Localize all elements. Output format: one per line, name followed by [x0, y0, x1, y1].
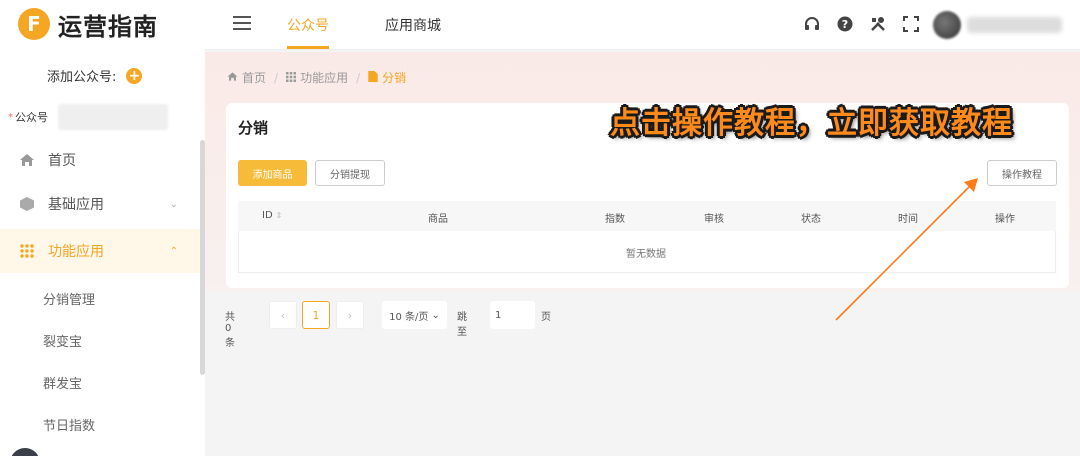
breadcrumb-current: 分销	[382, 71, 407, 85]
page-title: 分销	[238, 119, 269, 137]
column-header-id[interactable]: ID ⇕	[262, 210, 282, 221]
column-header-review: 审核	[704, 214, 724, 225]
home-icon	[18, 151, 36, 169]
next-page-button[interactable]: ›	[336, 301, 364, 329]
add-account-row: 添加公众号: +	[47, 66, 143, 85]
tab-app-store[interactable]: 应用商城	[385, 15, 441, 35]
page-size-select[interactable]: 10 条/页 ⌄	[382, 301, 447, 329]
pagination-total: 共 0 条	[225, 312, 235, 349]
logo-badge: F	[18, 8, 50, 40]
page-number-current[interactable]: 1	[302, 301, 330, 329]
cube-icon	[18, 195, 36, 213]
sidebar-item-home[interactable]: 首页	[0, 138, 200, 182]
user-avatar[interactable]	[933, 11, 961, 39]
breadcrumb-separator: /	[356, 70, 361, 85]
file-icon	[368, 70, 378, 85]
chevron-up-icon: ⌃	[169, 245, 178, 257]
prev-page-button[interactable]: ‹	[269, 301, 297, 329]
logo[interactable]: F 运营指南	[18, 6, 158, 42]
avatar[interactable]	[10, 448, 40, 456]
fullscreen-icon[interactable]	[902, 15, 920, 33]
header-icons: ?	[803, 15, 935, 33]
sidebar-subitem-fission[interactable]: 裂变宝	[43, 331, 82, 350]
sidebar-item-label: 基础应用	[48, 197, 104, 213]
sidebar-item-basic-apps[interactable]: 基础应用 ⌄	[0, 182, 200, 226]
sidebar-item-label: 功能应用	[48, 244, 104, 260]
jump-page-input[interactable]: 1	[490, 301, 535, 329]
account-label: 公众号	[15, 111, 48, 124]
column-header-action: 操作	[995, 214, 1015, 225]
tools-icon[interactable]	[869, 15, 887, 33]
required-marker: *	[8, 111, 13, 123]
page-label: 页	[541, 312, 551, 323]
headset-icon[interactable]	[803, 15, 821, 33]
user-name[interactable]	[967, 17, 1062, 33]
breadcrumb-home[interactable]: 首页	[242, 69, 266, 86]
tab-official-account[interactable]: 公众号	[287, 15, 329, 35]
brand-name: 运营指南	[58, 12, 158, 41]
tutorial-button[interactable]: 操作教程	[987, 160, 1057, 186]
chevron-down-icon: ⌄	[431, 309, 440, 321]
add-product-button[interactable]: 添加商品	[238, 160, 307, 186]
svg-text:?: ?	[842, 18, 848, 31]
jump-label: 跳至	[457, 312, 467, 338]
sidebar-item-label: 首页	[48, 153, 76, 169]
menu-toggle-icon[interactable]	[233, 16, 251, 32]
pointer-arrow-icon	[835, 178, 978, 321]
sidebar: F 运营指南 添加公众号: + * 公众号 首页 基础应用 ⌄ 功能应用 ⌃ 分…	[0, 0, 205, 456]
withdraw-button[interactable]: 分销提现	[315, 160, 385, 186]
empty-state-text: 暂无数据	[626, 249, 666, 260]
account-select[interactable]	[58, 104, 168, 130]
breadcrumb: 首页 / 功能应用 / 分销	[227, 69, 406, 86]
home-icon	[227, 71, 238, 85]
column-header-product: 商品	[428, 214, 448, 225]
grid-icon	[18, 242, 36, 260]
grid-icon	[286, 71, 297, 85]
sidebar-scrollbar[interactable]	[200, 140, 205, 375]
chevron-down-icon: ⌄	[169, 198, 178, 210]
sidebar-subitem-holiday-index[interactable]: 节日指数	[43, 415, 95, 434]
column-header-index: 指数	[605, 214, 625, 225]
top-header: 公众号 应用商城 ?	[205, 0, 1080, 50]
add-account-button[interactable]: +	[126, 67, 143, 84]
sidebar-subitem-mass-send[interactable]: 群发宝	[43, 373, 82, 392]
sort-icon[interactable]: ⇕	[276, 211, 283, 220]
breadcrumb-separator: /	[274, 70, 279, 85]
sidebar-item-feature-apps[interactable]: 功能应用 ⌃	[0, 229, 200, 273]
column-header-status: 状态	[801, 214, 821, 225]
help-icon[interactable]: ?	[836, 15, 854, 33]
tutorial-promo-banner: 点击操作教程，立即获取教程	[610, 106, 1013, 141]
add-account-label: 添加公众号:	[47, 70, 117, 85]
sidebar-subitem-distribution[interactable]: 分销管理	[43, 289, 95, 308]
breadcrumb-feature-apps[interactable]: 功能应用	[300, 69, 348, 86]
active-tab-indicator	[287, 46, 329, 49]
account-selector-row: * 公众号	[8, 104, 168, 130]
page-size-value: 10 条/页	[389, 311, 429, 323]
